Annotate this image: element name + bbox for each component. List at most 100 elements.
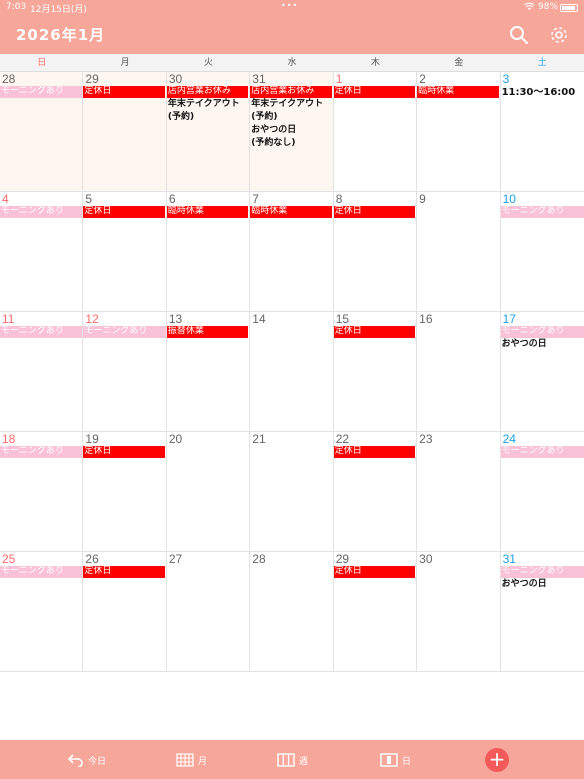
day-view-icon [380,753,398,767]
day-cell[interactable]: 5 定休日 [83,192,167,312]
event-item[interactable]: モーニングあり [500,326,584,338]
event-item[interactable]: 定休日 [333,206,416,218]
day-cell[interactable]: 30 [417,552,501,672]
event-item[interactable]: 定休日 [83,206,165,218]
day-cell[interactable]: 23 [417,432,501,552]
month-title[interactable]: 2026年1月 [16,24,105,45]
day-cell[interactable]: 21 [250,432,334,552]
day-cell[interactable]: 3 11:30〜16:00 [500,72,584,192]
event-item[interactable]: 臨時休業 [250,206,332,218]
day-cell[interactable]: 15 定休日 [333,312,418,432]
event-item[interactable]: モーニングあり [500,446,584,458]
day-cell[interactable]: 6 臨時休業 [166,192,251,312]
event-item[interactable]: 定休日 [83,446,165,458]
event-item[interactable]: モーニングあり [0,566,83,578]
day-cell[interactable]: 18 モーニングあり [0,432,84,552]
event-item[interactable]: 定休日 [333,326,416,338]
event-item[interactable]: 年末テイクアウト [250,98,332,111]
event-item[interactable]: (予約) [250,111,332,124]
plus-icon: + [488,747,506,771]
day-cell[interactable]: 16 [417,312,501,432]
day-number: 6 [168,192,176,206]
event-item[interactable]: モーニングあり [0,206,83,218]
day-view-button[interactable]: 日 [380,750,411,770]
day-cell[interactable]: 1 定休日 [333,72,418,192]
day-number: 19 [85,432,99,446]
week-view-button[interactable]: 週 [277,750,308,770]
undo-arrow-icon [68,754,83,767]
month-label: 月 [198,756,208,767]
day-cell[interactable]: 24 モーニングあり [500,432,584,552]
event-item[interactable]: おやつの日 [250,124,332,137]
month-view-button[interactable]: 月 [176,750,207,770]
event-item[interactable]: 定休日 [333,446,416,458]
gear-icon[interactable] [549,25,569,45]
day-number: 12 [85,312,99,326]
day-number: 3 [502,72,510,86]
day-number: 14 [252,312,266,326]
day-cell[interactable]: 20 [166,432,251,552]
day-cell[interactable]: 28 [250,552,334,672]
month-grid: 28 モーニングあり 29 定休日 30 店内営業お休み 年末テイクアウト (予約) 31 店内営… [0,72,584,672]
today-button[interactable]: 今日 [68,750,106,770]
weekday-label: 土 [537,58,547,68]
event-item[interactable]: 店内営業お休み [250,86,332,98]
day-cell[interactable]: 13 振替休業 [166,312,251,432]
day-cell[interactable]: 11 モーニングあり [0,312,84,432]
day-number: 4 [2,192,9,206]
event-item[interactable]: 店内営業お休み [166,86,249,98]
add-event-button[interactable]: + [485,748,509,772]
day-cell[interactable]: 29 定休日 [83,72,167,192]
day-cell[interactable]: 2 臨時休業 [417,72,501,192]
event-item[interactable]: 臨時休業 [166,206,249,218]
day-number: 10 [502,192,516,206]
status-date: 12月15日(月) [30,5,87,15]
event-item[interactable]: モーニングあり [500,206,584,218]
event-item[interactable]: 振替休業 [166,326,249,338]
event-item[interactable]: 年末テイクアウト [167,98,249,111]
event-item[interactable]: モーニングあり [0,446,83,458]
multitasking-dots-icon[interactable]: ••• [281,1,298,10]
event-item[interactable]: 定休日 [83,566,165,578]
day-cell[interactable]: 30 店内営業お休み 年末テイクアウト (予約) [166,72,251,192]
bottom-toolbar: 今日 月 週 日 + [0,740,584,779]
app-header: 2026年1月 [0,16,584,54]
event-item[interactable]: (予約) [167,111,249,124]
day-cell[interactable]: 4 モーニングあり [0,192,84,312]
event-item[interactable]: 11:30〜16:00 [501,86,584,99]
day-cell[interactable]: 31 モーニングあり おやつの日 [500,552,584,672]
event-item[interactable]: モーニングあり [500,566,584,578]
day-cell[interactable]: 29 定休日 [333,552,418,672]
day-number: 28 [252,552,266,566]
event-item[interactable]: (予約なし) [250,137,332,150]
day-number: 31 [502,552,516,566]
day-cell[interactable]: 26 定休日 [83,552,167,672]
day-number: 15 [335,312,350,326]
event-item[interactable]: おやつの日 [501,578,584,591]
event-item[interactable]: 定休日 [83,86,165,98]
event-item[interactable]: モーニングあり [0,326,83,338]
weekday-label: 金 [454,58,464,68]
day-cell[interactable]: 31 店内営業お休み 年末テイクアウト (予約) おやつの日 (予約なし) [250,72,334,192]
day-cell[interactable]: 12 モーニングあり [83,312,167,432]
day-cell[interactable]: 17 モーニングあり おやつの日 [500,312,584,432]
event-item[interactable]: モーニングあり [83,326,166,338]
event-item[interactable]: 定休日 [333,566,416,578]
day-cell[interactable]: 10 モーニングあり [500,192,584,312]
day-cell[interactable]: 27 [166,552,251,672]
weekday-label: 木 [370,58,380,68]
status-bar: 7:03 12月15日(月) ••• 98% [0,0,584,16]
day-cell[interactable]: 9 [417,192,501,312]
day-cell[interactable]: 8 定休日 [333,192,418,312]
day-cell[interactable]: 22 定休日 [333,432,418,552]
event-item[interactable]: おやつの日 [501,338,584,351]
event-item[interactable]: モーニングあり [0,86,83,98]
event-item[interactable]: 定休日 [333,86,416,98]
day-cell[interactable]: 14 [250,312,334,432]
day-cell[interactable]: 25 モーニングあり [0,552,84,672]
search-icon[interactable] [509,25,529,45]
day-cell[interactable]: 19 定休日 [83,432,167,552]
event-item[interactable]: 臨時休業 [417,86,499,98]
day-cell[interactable]: 7 臨時休業 [250,192,334,312]
day-cell[interactable]: 28 モーニングあり [0,72,84,192]
